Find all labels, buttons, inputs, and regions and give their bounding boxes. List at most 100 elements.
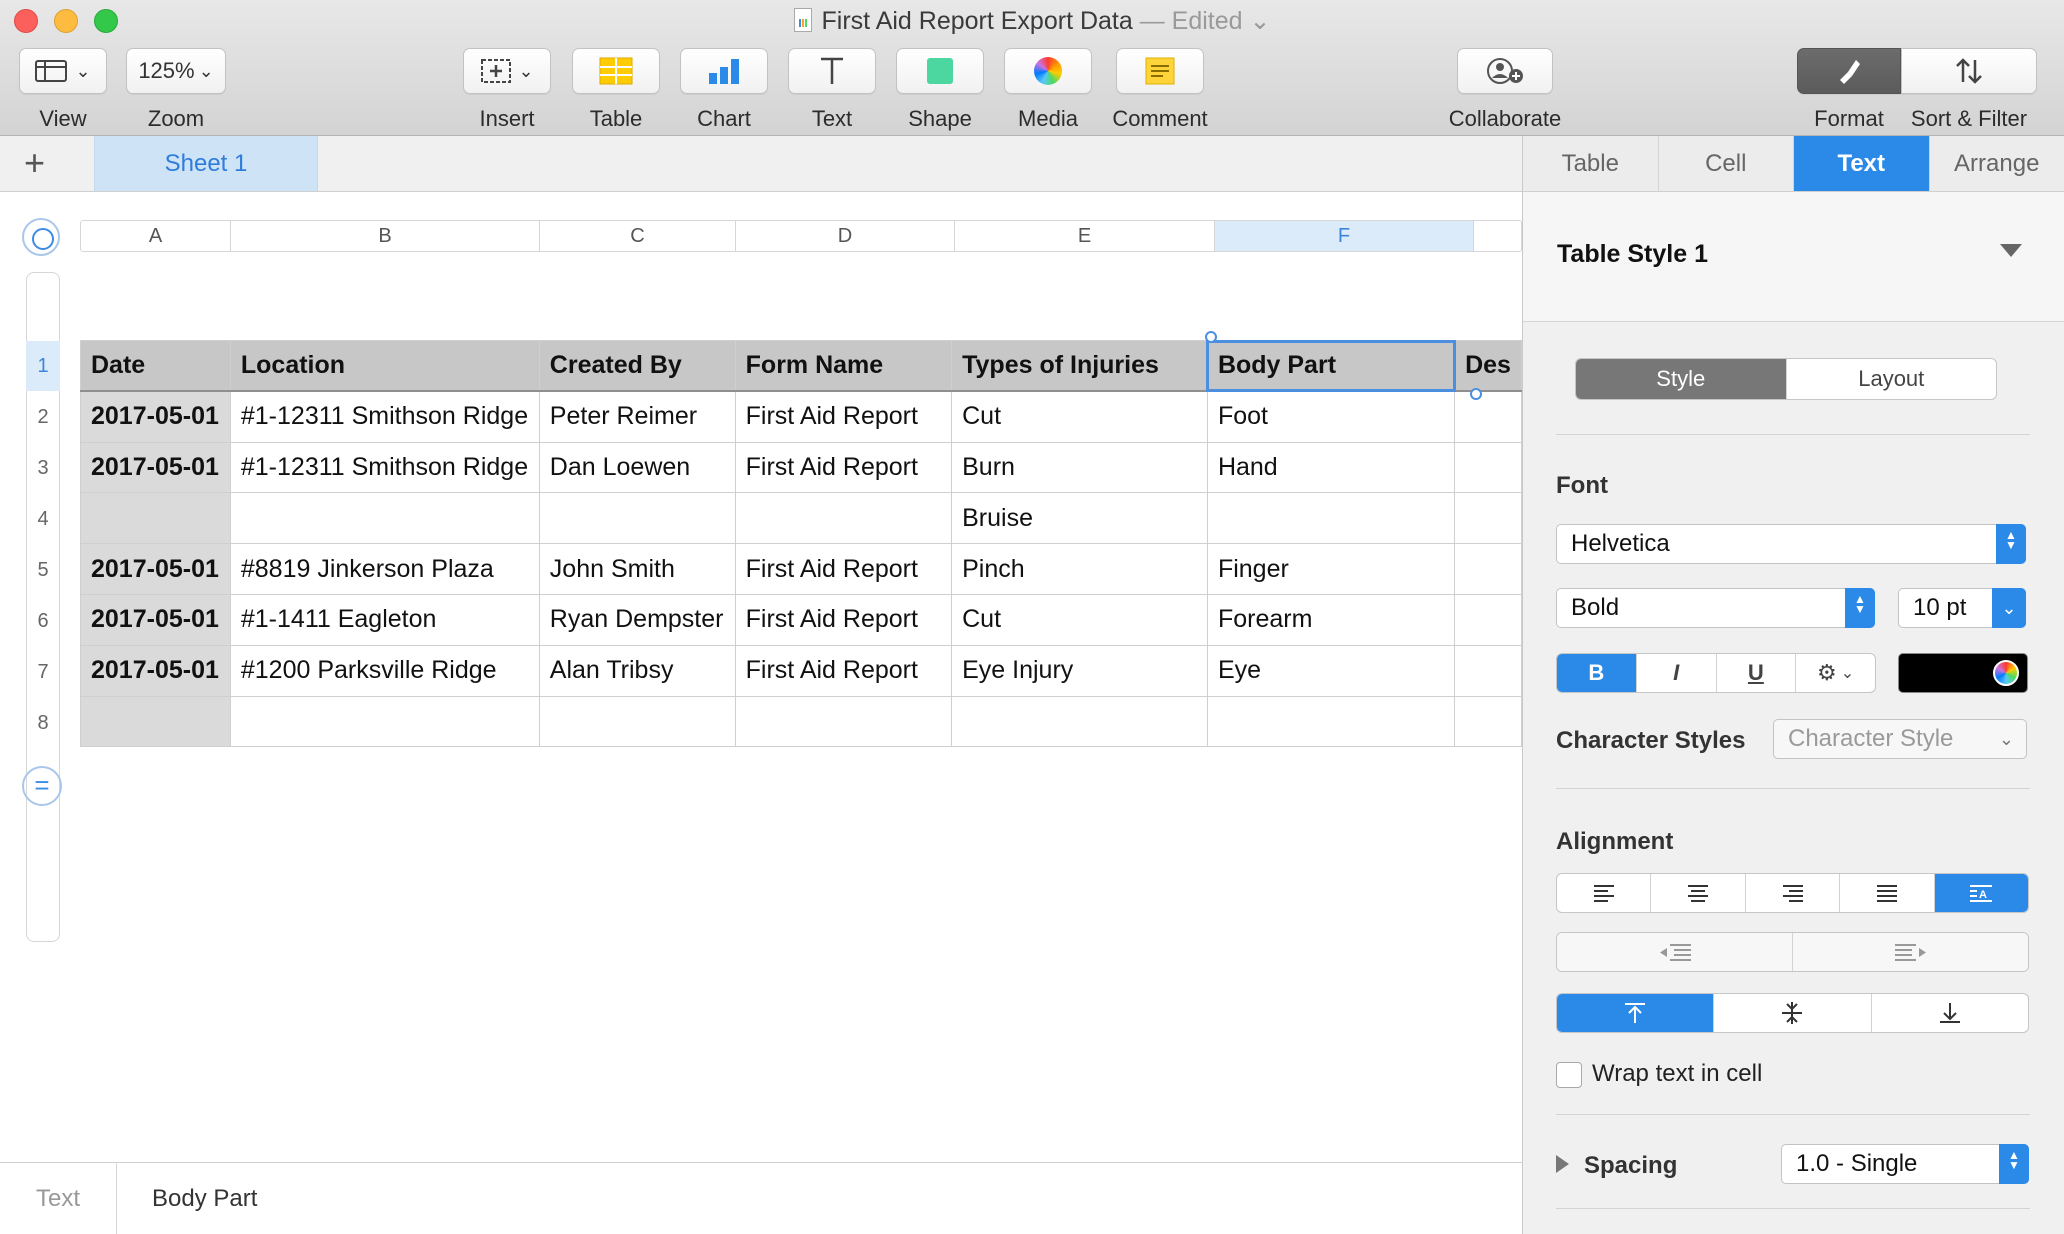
row-header-5[interactable]: 5 bbox=[26, 545, 60, 595]
table-cell[interactable]: 2017-05-01 bbox=[80, 543, 231, 595]
table-cell[interactable]: 2017-05-01 bbox=[80, 441, 231, 494]
view-button[interactable]: ⌄ bbox=[19, 48, 107, 94]
table-cell[interactable]: Peter Reimer bbox=[538, 390, 736, 443]
table-cell[interactable] bbox=[1454, 390, 1522, 443]
table-style-selector[interactable]: Table Style 1 bbox=[1523, 192, 2064, 322]
header-cell[interactable]: Date bbox=[80, 340, 231, 393]
column-header-a[interactable]: A bbox=[81, 221, 231, 251]
bold-button[interactable]: B bbox=[1557, 654, 1637, 692]
header-cell[interactable]: Des bbox=[1454, 340, 1522, 393]
table-cell[interactable] bbox=[80, 492, 231, 545]
table-cell[interactable]: First Aid Report bbox=[734, 644, 953, 697]
data-table[interactable]: Date Location Created By Form Name Types of … bbox=[80, 339, 1522, 748]
table-cell[interactable]: Bruise bbox=[951, 492, 1208, 545]
table-cell[interactable]: #1-1411 Eagleton bbox=[229, 593, 540, 646]
tab-table[interactable]: Table bbox=[1523, 136, 1659, 191]
table-cell[interactable]: Alan Tribsy bbox=[538, 644, 736, 697]
shape-button[interactable] bbox=[896, 48, 984, 94]
shape-tool[interactable]: Shape bbox=[896, 48, 984, 132]
table-cell[interactable]: Cut bbox=[951, 593, 1208, 646]
color-wheel-icon[interactable] bbox=[1993, 660, 2019, 686]
tab-cell[interactable]: Cell bbox=[1658, 136, 1794, 191]
header-cell[interactable]: Types of Injuries bbox=[951, 340, 1208, 393]
row-header-3[interactable]: 3 bbox=[26, 443, 60, 493]
align-middle-button[interactable] bbox=[1714, 994, 1872, 1032]
table-cell[interactable]: Ryan Dempster bbox=[538, 593, 736, 646]
table-cell[interactable]: Cut bbox=[951, 390, 1208, 443]
comment-tool[interactable]: Comment bbox=[1110, 48, 1210, 132]
table-cell[interactable]: Burn bbox=[951, 441, 1208, 494]
table-tool[interactable]: Table bbox=[572, 48, 660, 132]
table-cell[interactable]: 2017-05-01 bbox=[80, 644, 231, 697]
view-tool[interactable]: ⌄ View bbox=[18, 48, 108, 132]
table-cell[interactable]: First Aid Report bbox=[734, 593, 953, 646]
header-cell[interactable]: Location bbox=[229, 340, 540, 393]
row-header-6[interactable]: 6 bbox=[26, 596, 60, 646]
column-header-d[interactable]: D bbox=[736, 221, 955, 251]
comment-button[interactable] bbox=[1116, 48, 1204, 94]
format-button[interactable] bbox=[1797, 48, 1901, 94]
table-cell[interactable] bbox=[734, 492, 953, 545]
align-left-button[interactable] bbox=[1557, 874, 1652, 912]
tab-arrange[interactable]: Arrange bbox=[1929, 136, 2064, 191]
align-center-button[interactable] bbox=[1651, 874, 1746, 912]
collaborate-button[interactable] bbox=[1457, 48, 1553, 94]
table-cell[interactable] bbox=[951, 695, 1208, 748]
table-cell[interactable]: First Aid Report bbox=[734, 543, 953, 595]
table-cell[interactable]: 2017-05-01 bbox=[80, 593, 231, 646]
edited-status[interactable]: — Edited bbox=[1140, 7, 1243, 35]
layout-tab[interactable]: Layout bbox=[1787, 359, 1997, 399]
header-cell[interactable]: Body Part bbox=[1206, 339, 1456, 393]
row-header-2[interactable]: 2 bbox=[26, 392, 60, 442]
table-cell[interactable] bbox=[1454, 644, 1522, 697]
row-header-4[interactable]: 4 bbox=[26, 494, 60, 544]
media-tool[interactable]: Media bbox=[1004, 48, 1092, 132]
collaborate-tool[interactable]: Collaborate bbox=[1440, 48, 1570, 132]
table-cell[interactable]: #1-12311 Smithson Ridge bbox=[229, 441, 540, 494]
increase-indent-button[interactable] bbox=[1793, 933, 2028, 971]
align-justify-button[interactable] bbox=[1840, 874, 1935, 912]
column-header-c[interactable]: C bbox=[540, 221, 736, 251]
text-button[interactable] bbox=[788, 48, 876, 94]
align-top-button[interactable] bbox=[1557, 994, 1715, 1032]
line-spacing-popup[interactable]: 1.0 - Single ▲ ▼ bbox=[1781, 1144, 2029, 1184]
decrease-indent-button[interactable] bbox=[1557, 933, 1793, 971]
style-tab[interactable]: Style bbox=[1576, 359, 1787, 399]
table-cell[interactable]: Hand bbox=[1206, 441, 1456, 494]
selection-handle-top[interactable] bbox=[1205, 331, 1217, 343]
table-cell[interactable] bbox=[734, 695, 953, 748]
tab-sheet-1[interactable]: Sheet 1 bbox=[94, 136, 318, 191]
table-cell[interactable]: 2017-05-01 bbox=[80, 390, 231, 443]
table-cell[interactable]: Eye bbox=[1206, 644, 1456, 697]
insert-tool[interactable]: ⌄ Insert bbox=[463, 48, 551, 132]
font-family-popup[interactable]: Helvetica ▲ ▼ bbox=[1556, 524, 2026, 564]
disclosure-triangle-icon[interactable] bbox=[1556, 1155, 1569, 1173]
table-cell[interactable]: Finger bbox=[1206, 543, 1456, 595]
add-row-button[interactable]: = bbox=[22, 766, 62, 806]
tab-text[interactable]: Text bbox=[1794, 136, 1930, 191]
table-cell[interactable] bbox=[1454, 492, 1522, 545]
table-cell[interactable]: #8819 Jinkerson Plaza bbox=[229, 543, 540, 595]
table-cell[interactable] bbox=[80, 695, 231, 748]
sheet-canvas[interactable]: A B C D E F 1 2 3 4 5 6 7 8 = Date Locati… bbox=[0, 192, 1522, 1162]
table-cell[interactable]: Foot bbox=[1206, 390, 1456, 443]
sort-filter-button[interactable] bbox=[1901, 48, 2037, 94]
row-header-8[interactable]: 8 bbox=[26, 698, 60, 748]
table-cell[interactable]: Eye Injury bbox=[951, 644, 1208, 697]
font-typeface-popup[interactable]: Bold ▲ ▼ bbox=[1556, 588, 1875, 628]
table-cell[interactable]: Dan Loewen bbox=[538, 441, 736, 494]
chart-tool[interactable]: Chart bbox=[680, 48, 768, 132]
align-bottom-button[interactable] bbox=[1872, 994, 2028, 1032]
table-cell[interactable] bbox=[1206, 492, 1456, 545]
selection-handle-bottom[interactable] bbox=[1470, 388, 1482, 400]
table-cell[interactable] bbox=[1454, 695, 1522, 748]
add-sheet-button[interactable]: + bbox=[24, 142, 45, 184]
font-size-field[interactable]: 10 pt ⌄ bbox=[1898, 588, 2026, 628]
table-cell[interactable] bbox=[1454, 543, 1522, 595]
chevron-down-icon[interactable]: ⌄ bbox=[1250, 7, 1271, 35]
text-options-button[interactable]: ⚙ ⌄ bbox=[1796, 654, 1875, 692]
column-header-b[interactable]: B bbox=[231, 221, 540, 251]
header-cell[interactable]: Form Name bbox=[734, 340, 953, 393]
align-right-button[interactable] bbox=[1746, 874, 1841, 912]
column-header-g[interactable] bbox=[1474, 221, 1521, 251]
